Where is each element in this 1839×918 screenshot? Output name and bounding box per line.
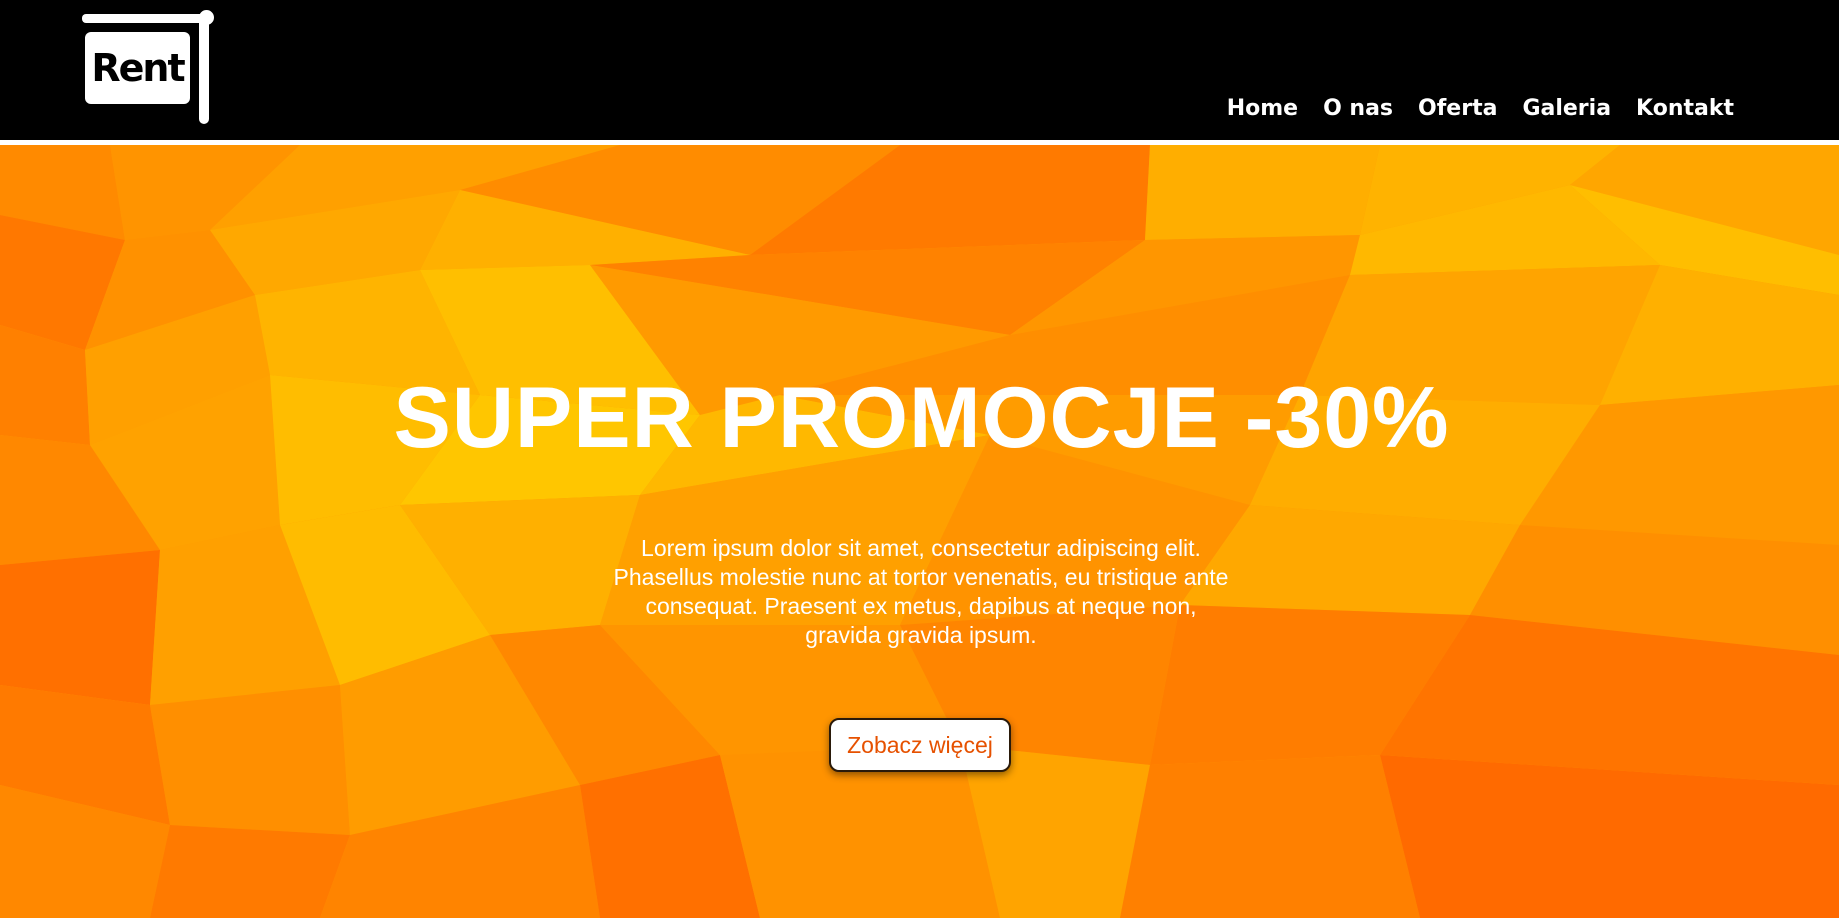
main-nav: Home O nas Oferta Galeria Kontakt xyxy=(1202,96,1734,121)
nav-galeria[interactable]: Galeria xyxy=(1522,96,1611,121)
logo-sign-post-top xyxy=(82,14,212,23)
low-poly-background xyxy=(0,145,1839,918)
logo-sign-post xyxy=(199,14,209,124)
hero-title: SUPER PROMOCJE -30% xyxy=(393,370,1450,466)
see-more-button[interactable]: Zobacz więcej xyxy=(829,718,1011,772)
nav-o-nas[interactable]: O nas xyxy=(1323,96,1393,121)
logo-sign-board: Rent xyxy=(85,32,190,104)
site-header: Rent Home O nas Oferta Galeria Kontakt xyxy=(0,0,1839,140)
logo-post-knob xyxy=(199,10,214,25)
nav-home[interactable]: Home xyxy=(1227,96,1298,121)
rent-logo[interactable]: Rent xyxy=(82,10,216,128)
hero-description: Lorem ipsum dolor sit amet, consectetur … xyxy=(613,535,1229,648)
hero-section: SUPER PROMOCJE -30% Lorem ipsum dolor si… xyxy=(0,145,1839,918)
logo-text: Rent xyxy=(91,46,185,90)
nav-oferta[interactable]: Oferta xyxy=(1418,96,1497,121)
page: Rent Home O nas Oferta Galeria Kontakt S… xyxy=(0,0,1839,918)
nav-kontakt[interactable]: Kontakt xyxy=(1636,96,1734,121)
